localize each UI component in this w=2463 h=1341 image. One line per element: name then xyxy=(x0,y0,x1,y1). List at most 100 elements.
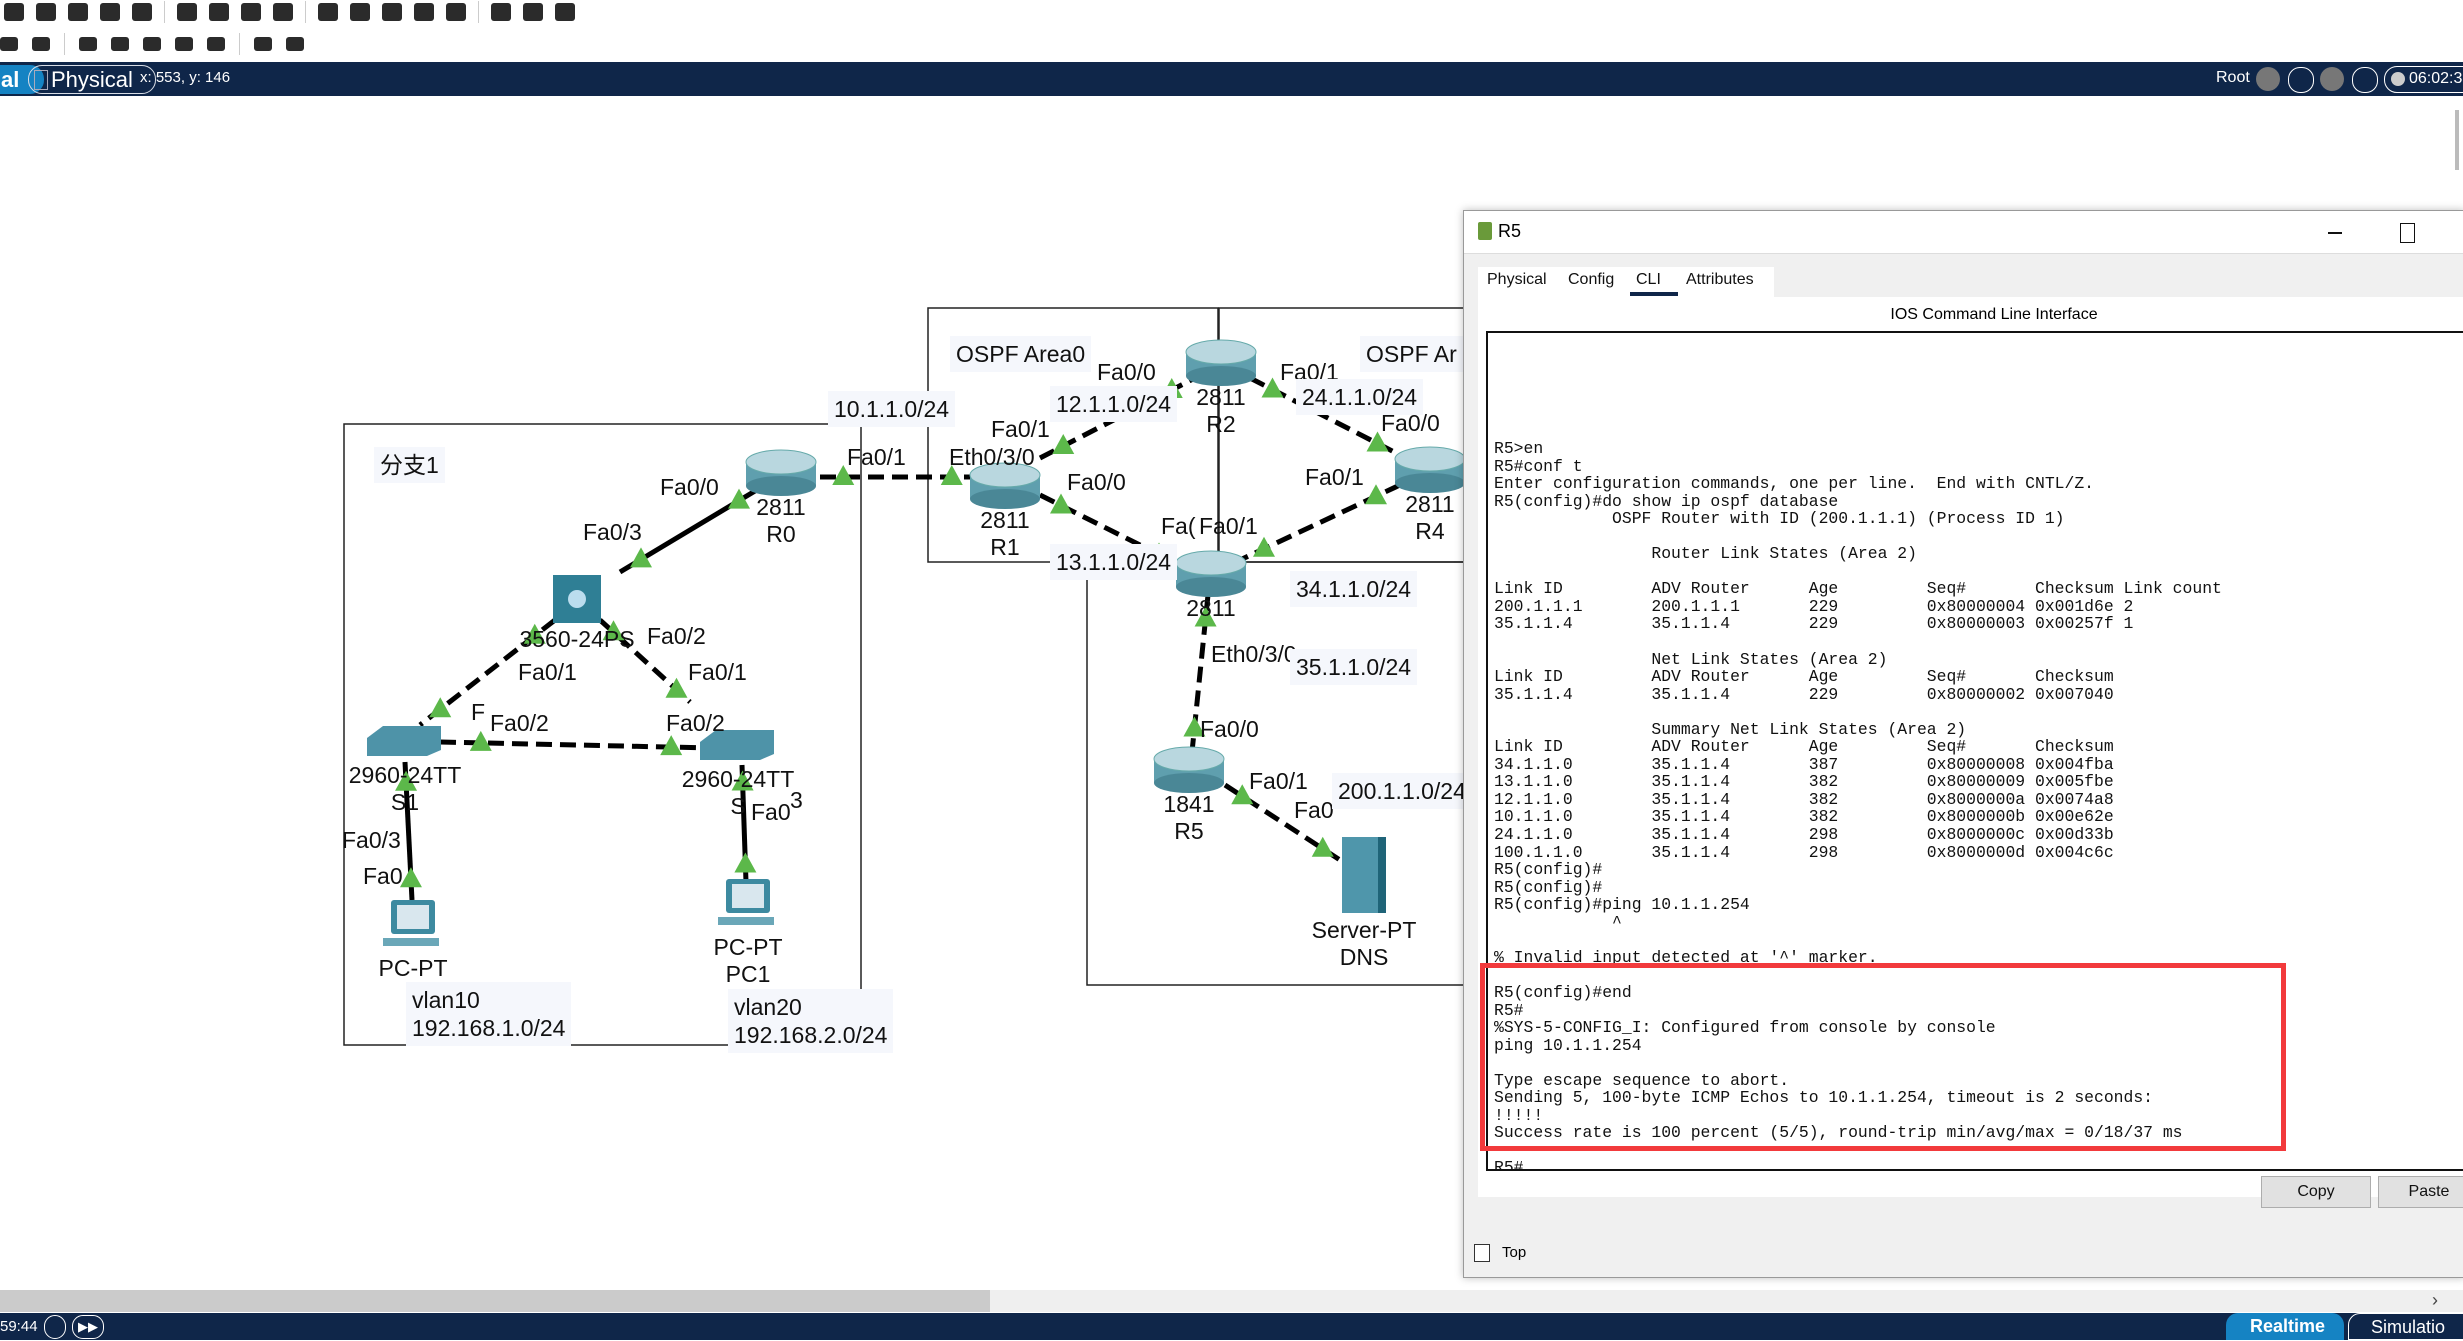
save-icon[interactable] xyxy=(4,3,24,21)
ping-result-highlight xyxy=(1480,963,2286,1151)
router-icon-top xyxy=(1153,746,1225,772)
tab-attributes[interactable]: Attributes xyxy=(1686,271,1754,289)
cli-header: IOS Command Line Interface xyxy=(1890,306,2098,323)
zoom-reset-icon[interactable] xyxy=(350,3,370,21)
paste-icon[interactable] xyxy=(209,3,229,21)
area-label-ospf-other: OSPF Ar xyxy=(1360,336,1463,372)
back-icon[interactable] xyxy=(2256,67,2280,91)
maximize-icon[interactable] xyxy=(2400,223,2415,243)
paste-button[interactable]: Paste xyxy=(2378,1176,2463,1208)
device-model-label: 2960-24TT xyxy=(681,766,795,792)
cli-line: Router Link States (Area 2) xyxy=(1494,544,1917,564)
window-titlebar: R5 xyxy=(1464,211,2463,254)
redo-icon[interactable] xyxy=(273,3,293,21)
cli-line: R5>en xyxy=(1494,439,1544,458)
vertical-scrollbar[interactable] xyxy=(2455,110,2459,170)
window-title: R5 xyxy=(1498,221,1522,241)
top-checkbox[interactable] xyxy=(1474,1244,1490,1262)
router-icon-base xyxy=(1186,366,1256,386)
interface-label: Fa0/1 xyxy=(688,659,747,685)
drawing-palette-icon[interactable] xyxy=(414,3,434,21)
vlan-note-20: vlan20 192.168.2.0/24 xyxy=(728,989,894,1053)
root-label[interactable]: Root xyxy=(2216,69,2250,87)
area-label-branch1: 分支1 xyxy=(374,447,445,483)
pc-screen xyxy=(732,884,764,908)
tab-cli[interactable]: CLI xyxy=(1636,271,1661,289)
user-icon[interactable] xyxy=(100,3,120,21)
interface-label: Fa0 xyxy=(751,799,791,825)
line-icon[interactable] xyxy=(111,37,129,51)
cli-line: Summary Net Link States (Area 2) xyxy=(1494,719,1967,739)
background-image-icon[interactable] xyxy=(2352,67,2378,93)
add-complex-pdu-icon[interactable] xyxy=(286,37,304,51)
network-label: 35.1.1.0/24 xyxy=(1290,649,1418,685)
custom-device-icon[interactable] xyxy=(446,3,466,21)
link-up-indicator-icon xyxy=(399,867,422,888)
tab-physical[interactable]: Physical xyxy=(1487,271,1547,289)
device-model-label: 2811 xyxy=(756,494,806,520)
interface-label: Fa0/1 xyxy=(518,659,577,685)
fast-forward-icon[interactable]: ▶▶ xyxy=(72,1315,104,1339)
link-up-indicator-icon xyxy=(665,677,688,698)
scroll-right-icon[interactable]: › xyxy=(2432,1290,2438,1311)
add-pdu-icon[interactable] xyxy=(254,37,272,51)
drawing-toolbar xyxy=(0,30,304,58)
cloud-icon[interactable] xyxy=(555,3,575,21)
cli-line: 100.1.1.0 35.1.1.4 298 0x8000000d 0x004c… xyxy=(1494,842,2114,862)
network-label: 34.1.1.0/24 xyxy=(1290,571,1418,607)
wizard-icon[interactable] xyxy=(132,3,152,21)
cli-line xyxy=(1494,563,2222,581)
resize-icon[interactable] xyxy=(32,37,50,51)
interface-label: Fa0/0 xyxy=(1067,469,1126,495)
network-label: 200.1.1.0/24 xyxy=(1332,773,1472,809)
interface-label: Fa0/1 xyxy=(847,444,906,470)
tab-config[interactable]: Config xyxy=(1568,271,1614,289)
pc-screen xyxy=(397,905,429,929)
device-icon[interactable] xyxy=(491,3,511,21)
zoom-in-icon[interactable] xyxy=(318,3,338,21)
router-window-icon xyxy=(1478,222,1492,240)
link-up-indicator-icon xyxy=(734,852,757,873)
time-pill[interactable]: 06:02:3 xyxy=(2384,66,2463,93)
pc-keyboard xyxy=(718,917,774,925)
ellipse-icon[interactable] xyxy=(175,37,193,51)
cli-line: 35.1.1.4 35.1.1.4 229 0x80000003 0x00257… xyxy=(1494,614,2134,634)
cli-line: Link ID ADV Router Age Seq# Checksum Lin… xyxy=(1494,579,2222,599)
cli-line: Link ID ADV Router Age Seq# Checksum xyxy=(1494,737,2114,757)
move-icon[interactable] xyxy=(2320,67,2344,91)
network-label: 10.1.1.0/24 xyxy=(828,391,956,427)
device-name-label: S1 xyxy=(390,789,420,815)
link-up-indicator-icon xyxy=(1311,836,1334,857)
note-icon[interactable] xyxy=(79,37,97,51)
minimize-icon[interactable] xyxy=(2328,232,2342,234)
cli-line xyxy=(1494,633,2222,651)
cluster-icon[interactable] xyxy=(523,3,543,21)
cli-line: 10.1.1.0 35.1.1.4 382 0x8000000b 0x00e62… xyxy=(1494,807,2114,827)
undo-icon[interactable] xyxy=(241,3,261,21)
zoom-out-icon[interactable] xyxy=(382,3,402,21)
print-icon[interactable] xyxy=(36,3,56,21)
copy-button[interactable]: Copy xyxy=(2261,1176,2371,1208)
info-icon[interactable] xyxy=(68,3,88,21)
horizontal-scrollbar[interactable]: › xyxy=(0,1290,2463,1312)
freeform-icon[interactable] xyxy=(207,37,225,51)
multilayer-switch-core xyxy=(568,590,586,608)
physical-tab[interactable]: Physical xyxy=(28,65,156,94)
scrollbar-thumb[interactable] xyxy=(0,1290,990,1312)
device-name-label: S xyxy=(730,793,746,819)
device-model-label: Server-PT xyxy=(1311,917,1417,943)
cli-line: R5(config)#ping 10.1.1.254 xyxy=(1494,895,1750,915)
device-model-label: 2811 xyxy=(980,507,1030,533)
power-cycle-icon[interactable] xyxy=(44,1315,66,1339)
switch-icon xyxy=(367,726,441,756)
delete-icon[interactable] xyxy=(0,37,18,51)
physical-icon xyxy=(34,70,48,90)
device-name-label: R1 xyxy=(990,534,1020,560)
cli-line: 24.1.1.0 35.1.1.4 298 0x8000000c 0x00d33… xyxy=(1494,825,2114,845)
cli-line: 200.1.1.1 200.1.1.1 229 0x80000004 0x001… xyxy=(1494,596,2134,616)
cloud-add-icon[interactable] xyxy=(2288,67,2314,93)
simulation-mode-button[interactable]: Simulatio xyxy=(2348,1313,2463,1340)
realtime-mode-button[interactable]: Realtime xyxy=(2226,1313,2344,1340)
copy-icon[interactable] xyxy=(177,3,197,21)
rectangle-icon[interactable] xyxy=(143,37,161,51)
